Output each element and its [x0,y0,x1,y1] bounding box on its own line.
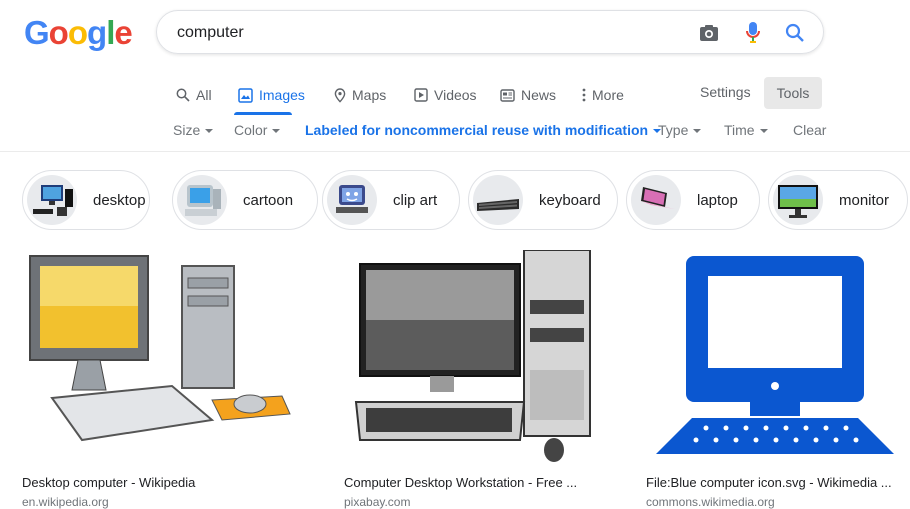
tab-all[interactable]: All [176,76,212,114]
logo-letter: l [106,14,115,51]
type-filter[interactable]: Type [658,122,702,138]
settings-link[interactable]: Settings [700,84,751,100]
chip-label: laptop [697,191,738,209]
tab-news[interactable]: News [500,76,556,114]
usage-rights-filter[interactable]: Labeled for noncommercial reuse with mod… [305,122,662,138]
chip-thumbnail [631,175,681,225]
clear-filters-link[interactable]: Clear [793,122,826,138]
tab-more[interactable]: More [582,76,624,114]
result-title[interactable]: Computer Desktop Workstation - Free ... [344,475,644,490]
chip-thumbnail [327,175,377,225]
logo-letter: o [67,14,88,51]
filter-label: Labeled for noncommercial reuse with mod… [305,122,649,138]
filter-label: Type [658,122,689,138]
related-chip-monitor[interactable]: monitor [768,170,908,230]
tab-maps[interactable]: Maps [334,76,386,114]
tab-images[interactable]: Images [238,76,305,114]
caret-down-icon [205,129,214,134]
filter-label: Size [173,122,201,138]
search-box [156,10,824,54]
search-icon [176,88,190,102]
news-icon [500,88,515,102]
image-result[interactable]: Computer Desktop Workstation - Free ... … [344,250,644,509]
result-image[interactable] [22,250,322,464]
image-result[interactable]: Desktop computer - Wikipedia en.wikipedi… [22,250,322,509]
chip-label: clip art [393,191,438,209]
caret-down-icon [693,129,702,134]
result-title[interactable]: Desktop computer - Wikipedia [22,475,322,490]
related-chip-desktop[interactable]: desktop [22,170,150,230]
chip-thumbnail [27,175,77,225]
logo-letter: e [114,14,132,51]
search-input[interactable] [175,20,679,46]
filter-label: Time [724,122,755,138]
tab-label: News [521,87,557,103]
chip-thumbnail [773,175,823,225]
search-icon[interactable] [783,21,807,45]
result-image[interactable] [646,250,910,464]
google-logo[interactable]: Google [24,14,133,52]
image-result[interactable]: File:Blue computer icon.svg - Wikimedia … [646,250,910,509]
chip-label: desktop [93,191,146,209]
image-icon [238,87,253,103]
more-vert-icon [582,88,586,102]
filter-bar: Size Color Labeled for noncommercial reu… [0,122,910,142]
tab-label: All [196,87,212,103]
related-chip-cartoon[interactable]: cartoon [172,170,318,230]
chip-thumbnail [473,175,523,225]
related-chip-keyboard[interactable]: keyboard [468,170,618,230]
map-pin-icon [334,87,346,103]
tab-videos[interactable]: Videos [414,76,477,114]
tab-label: Maps [352,87,387,103]
chip-label: cartoon [243,191,294,209]
camera-icon[interactable] [697,21,721,45]
chip-label: monitor [839,191,890,209]
time-filter[interactable]: Time [724,122,768,138]
caret-down-icon [272,129,281,134]
size-filter[interactable]: Size [173,122,214,138]
divider [0,151,910,152]
video-icon [414,88,428,102]
active-tab-indicator [234,112,292,115]
result-title[interactable]: File:Blue computer icon.svg - Wikimedia … [646,475,910,490]
result-image[interactable] [344,250,644,464]
caret-down-icon [759,129,768,134]
logo-letter: g [87,14,107,51]
tools-button[interactable]: Tools [764,77,822,109]
related-chip-clip-art[interactable]: clip art [322,170,460,230]
color-filter[interactable]: Color [234,122,281,138]
microphone-icon[interactable] [741,21,765,45]
related-chip-laptop[interactable]: laptop [626,170,760,230]
chip-label: keyboard [539,191,601,209]
tab-label: Videos [434,87,477,103]
filter-label: Color [234,122,268,138]
chip-thumbnail [177,175,227,225]
logo-letter: G [24,14,50,51]
logo-letter: o [48,14,69,51]
tab-label: More [592,87,624,103]
tab-label: Images [259,87,305,103]
